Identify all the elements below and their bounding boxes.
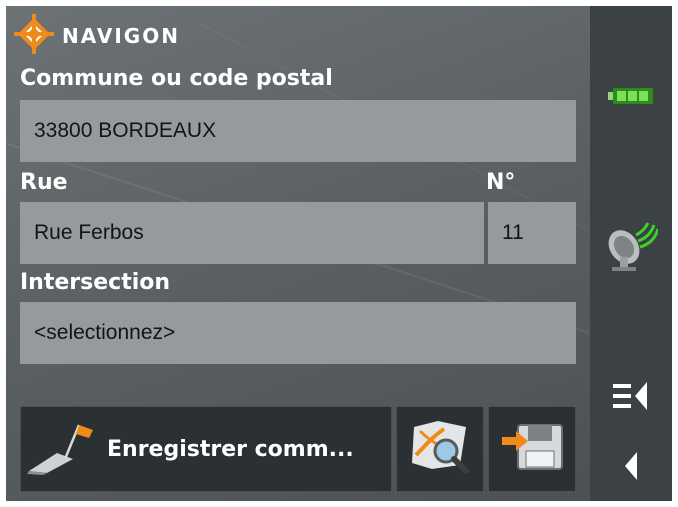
save-disk-icon <box>500 419 564 479</box>
brand-name: NAVIGON <box>62 24 180 48</box>
address-entry-panel: NAVIGON Commune ou code postal 33800 BOR… <box>6 6 590 501</box>
number-field[interactable]: 11 <box>488 202 576 264</box>
save-destination-button[interactable]: Enregistrer comm... <box>20 406 392 492</box>
intersection-label: Intersection <box>20 270 171 295</box>
flag-destination-icon <box>27 419 99 479</box>
city-label: Commune ou code postal <box>20 66 333 91</box>
status-sidebar <box>590 6 672 501</box>
brand-header: NAVIGON <box>14 14 180 58</box>
city-field[interactable]: 33800 BORDEAUX <box>20 100 576 162</box>
number-value: 11 <box>502 221 524 244</box>
intersection-field[interactable]: <selectionnez> <box>20 302 576 364</box>
street-field[interactable]: Rue Ferbos <box>20 202 484 264</box>
navigon-logo-icon <box>14 14 54 58</box>
map-search-button[interactable] <box>396 406 484 492</box>
intersection-value: <selectionnez> <box>34 321 176 344</box>
back-icon[interactable] <box>590 446 672 486</box>
gps-satellite-icon <box>590 216 672 272</box>
save-to-disk-button[interactable] <box>488 406 576 492</box>
street-label: Rue <box>20 170 68 195</box>
street-value: Rue Ferbos <box>34 221 144 244</box>
battery-full-icon <box>590 78 672 114</box>
number-label: N° <box>486 170 516 195</box>
menu-icon[interactable] <box>590 376 672 416</box>
save-destination-label: Enregistrer comm... <box>107 436 354 462</box>
navigation-screen: NAVIGON Commune ou code postal 33800 BOR… <box>6 6 672 501</box>
city-value: 33800 BORDEAUX <box>34 119 217 142</box>
map-search-icon <box>410 419 470 479</box>
